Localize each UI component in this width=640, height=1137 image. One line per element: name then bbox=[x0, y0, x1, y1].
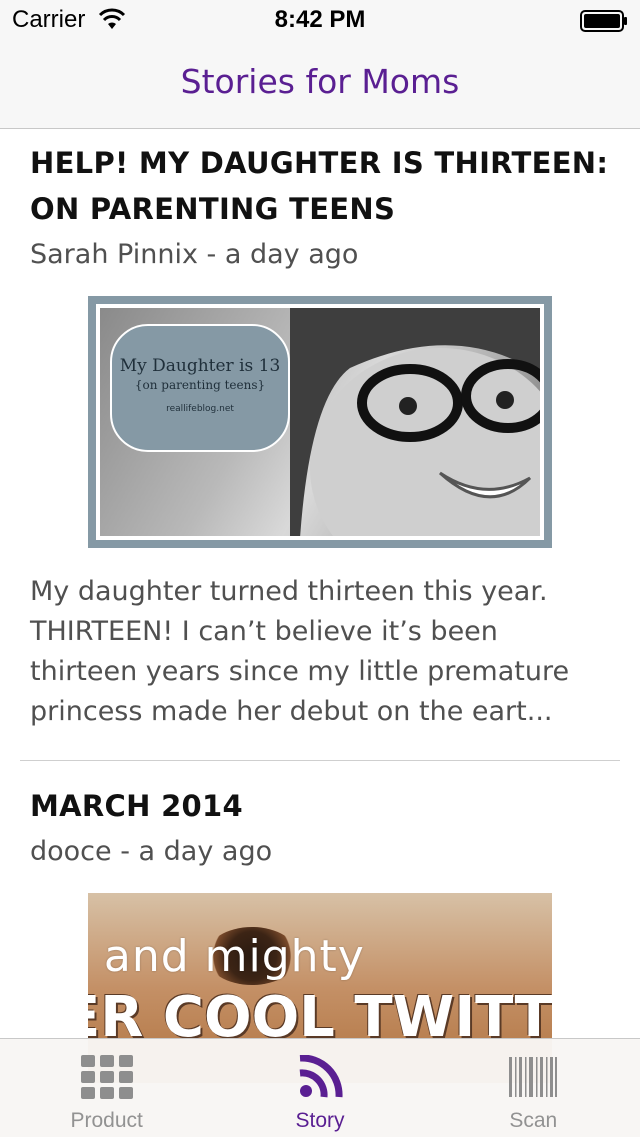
tab-label: Product bbox=[70, 1109, 143, 1132]
badge-subtitle: {on parenting teens} bbox=[134, 378, 266, 392]
tab-scan[interactable]: Scan bbox=[427, 1039, 640, 1137]
tab-product[interactable]: Product bbox=[0, 1039, 213, 1137]
badge-title: My Daughter is 13 bbox=[119, 356, 281, 376]
battery-icon bbox=[580, 10, 627, 32]
story-feed[interactable]: HELP! MY DAUGHTER IS THIRTEEN: ON PARENT… bbox=[0, 128, 640, 1083]
blog-badge: My Daughter is 13 {on parenting teens} r… bbox=[110, 324, 290, 452]
badge-url: reallifeblog.net bbox=[166, 404, 234, 414]
barcode-icon bbox=[509, 1057, 558, 1097]
tab-bar: Product Story Scan bbox=[0, 1038, 640, 1137]
story-meta: Sarah Pinnix - a day ago bbox=[30, 239, 359, 270]
story-title[interactable]: HELP! MY DAUGHTER IS THIRTEEN: ON PARENT… bbox=[30, 140, 610, 232]
tab-story[interactable]: Story bbox=[213, 1039, 426, 1137]
rss-icon bbox=[299, 1055, 343, 1098]
story-excerpt: My daughter turned thirteen this year. T… bbox=[30, 576, 570, 727]
page-title: Stories for Moms bbox=[180, 62, 460, 101]
story-meta: dooce - a day ago bbox=[30, 836, 273, 867]
tab-label: Scan bbox=[509, 1109, 558, 1132]
story-thumbnail[interactable]: My Daughter is 13 {on parenting teens} r… bbox=[88, 296, 552, 548]
story-item[interactable]: MARCH 2014 dooce - a day ago h and might… bbox=[0, 761, 640, 1083]
navigation-bar: Carrier 8:42 PM Stories for Moms bbox=[0, 0, 640, 129]
thumbnail-caption-line: h and mighty bbox=[88, 931, 365, 982]
grid-icon bbox=[80, 1055, 133, 1099]
story-title[interactable]: MARCH 2014 bbox=[30, 783, 610, 829]
girl-face-illustration bbox=[290, 308, 540, 536]
story-item[interactable]: HELP! MY DAUGHTER IS THIRTEEN: ON PARENT… bbox=[0, 128, 640, 732]
clock-label: 8:42 PM bbox=[274, 6, 366, 33]
daughter-photo: My Daughter is 13 {on parenting teens} r… bbox=[100, 308, 540, 536]
tab-label: Story bbox=[295, 1109, 345, 1132]
